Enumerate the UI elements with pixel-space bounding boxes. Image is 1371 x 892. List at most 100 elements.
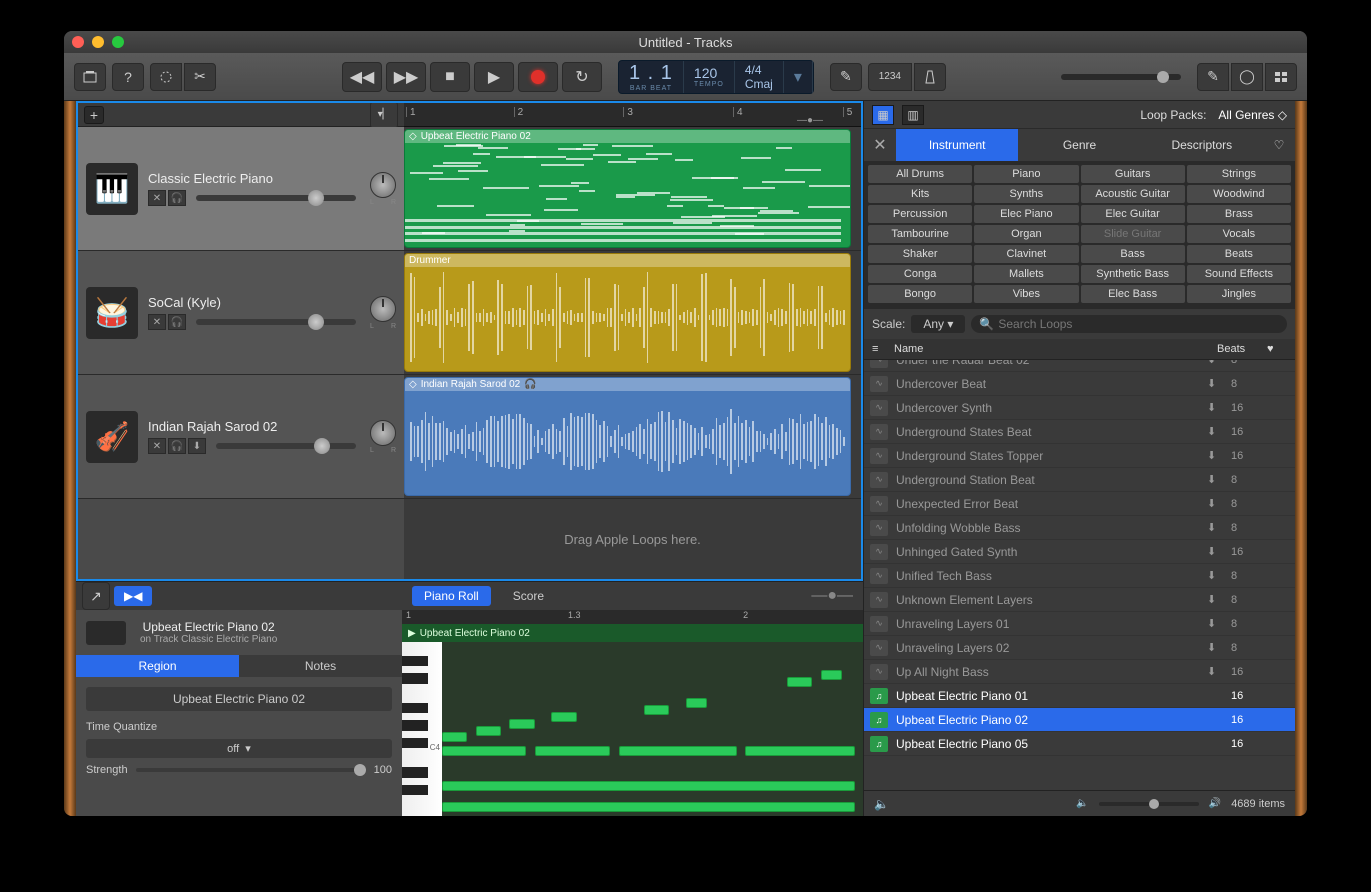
arrangement-area[interactable]: 1 2 3 4 5 —●— ◇Upbeat Electric Piano 02: [404, 103, 861, 579]
region-sarod[interactable]: ◇Indian Rajah Sarod 02🎧: [404, 377, 851, 496]
search-loops-input[interactable]: 🔍Search Loops: [971, 315, 1287, 333]
speaker-icon[interactable]: 🔈: [874, 797, 889, 811]
forward-button[interactable]: ▶▶: [386, 62, 426, 92]
input-button[interactable]: ⬇: [188, 438, 206, 454]
loop-row[interactable]: ∿ Undercover Beat ⬇ 8: [864, 372, 1295, 396]
editor-view-button[interactable]: ↗: [82, 582, 110, 610]
track-volume-slider[interactable]: [196, 319, 356, 325]
download-icon[interactable]: ⬇: [1207, 545, 1223, 558]
smart-controls-button[interactable]: [150, 63, 182, 91]
record-button[interactable]: [518, 62, 558, 92]
download-icon[interactable]: ⬇: [1207, 425, 1223, 438]
pan-knob[interactable]: [370, 172, 396, 198]
loop-row[interactable]: ∿ Unexpected Error Beat ⬇ 8: [864, 492, 1295, 516]
category-elec-bass[interactable]: Elec Bass: [1081, 285, 1185, 303]
loop-row[interactable]: ∿ Up All Night Bass ⬇ 16: [864, 660, 1295, 684]
category-bongo[interactable]: Bongo: [868, 285, 972, 303]
loop-row[interactable]: ∿ Underground Station Beat ⬇ 8: [864, 468, 1295, 492]
metronome-button[interactable]: [914, 63, 946, 91]
editor-catch-button[interactable]: ▶◀: [114, 586, 152, 606]
piano-roll-ruler[interactable]: 1 1.3 2: [402, 610, 863, 624]
track-filter-button[interactable]: ▾▏: [370, 101, 398, 129]
loop-row[interactable]: ∿ Underground States Beat ⬇ 16: [864, 420, 1295, 444]
stop-button[interactable]: ■: [430, 62, 470, 92]
loop-row[interactable]: ∿ Unraveling Layers 01 ⬇ 8: [864, 612, 1295, 636]
track-header-3[interactable]: 🎻 Indian Rajah Sarod 02 ✕🎧⬇ LR: [78, 375, 404, 499]
category-bass[interactable]: Bass: [1081, 245, 1185, 263]
strength-slider[interactable]: [136, 768, 366, 772]
category-all-drums[interactable]: All Drums: [868, 165, 972, 183]
tab-genre[interactable]: Genre: [1018, 129, 1140, 161]
category-vocals[interactable]: Vocals: [1187, 225, 1291, 243]
download-icon[interactable]: ⬇: [1207, 569, 1223, 582]
category-vibes[interactable]: Vibes: [974, 285, 1078, 303]
category-shaker[interactable]: Shaker: [868, 245, 972, 263]
loop-row[interactable]: ∿ Unraveling Layers 02 ⬇ 8: [864, 636, 1295, 660]
download-icon[interactable]: ⬇: [1207, 473, 1223, 486]
rewind-button[interactable]: ◀◀: [342, 62, 382, 92]
close-window-icon[interactable]: [72, 36, 84, 48]
mute-button[interactable]: ✕: [148, 314, 166, 330]
category-woodwind[interactable]: Woodwind: [1187, 185, 1291, 203]
loop-row[interactable]: ♫ Upbeat Electric Piano 01 16: [864, 684, 1295, 708]
count-in-button[interactable]: 1234: [868, 63, 912, 91]
tab-score[interactable]: Score: [501, 586, 556, 606]
tab-region[interactable]: Region: [76, 655, 239, 677]
track-header-2[interactable]: 🥁 SoCal (Kyle) ✕🎧 LR: [78, 251, 404, 375]
category-slide-guitar[interactable]: Slide Guitar: [1081, 225, 1185, 243]
notepad-button[interactable]: ✎: [1197, 63, 1229, 91]
tab-descriptors[interactable]: Descriptors: [1141, 129, 1263, 161]
tuner-button[interactable]: ✎: [830, 63, 862, 91]
category-synths[interactable]: Synths: [974, 185, 1078, 203]
pan-knob[interactable]: [370, 296, 396, 322]
piano-keyboard[interactable]: C4: [402, 642, 442, 816]
heart-icon[interactable]: ♥: [1267, 343, 1287, 355]
track-volume-slider[interactable]: [196, 195, 356, 201]
category-elec-piano[interactable]: Elec Piano: [974, 205, 1078, 223]
loop-view-grid-button[interactable]: ▦: [872, 105, 894, 125]
loop-row[interactable]: ∿ Under the Radar Beat 02 ⬇ 8: [864, 360, 1295, 372]
category-percussion[interactable]: Percussion: [868, 205, 972, 223]
master-volume-slider[interactable]: [1061, 74, 1181, 80]
category-kits[interactable]: Kits: [868, 185, 972, 203]
scissors-button[interactable]: ✂: [184, 63, 216, 91]
preview-volume-slider[interactable]: [1099, 802, 1199, 806]
download-icon[interactable]: ⬇: [1207, 497, 1223, 510]
quantize-select[interactable]: off ▾: [86, 739, 392, 758]
download-icon[interactable]: ⬇: [1207, 377, 1223, 390]
download-icon[interactable]: ⬇: [1207, 617, 1223, 630]
scale-select[interactable]: Any ▾: [911, 315, 965, 333]
play-button[interactable]: ▶: [474, 62, 514, 92]
download-icon[interactable]: ⬇: [1207, 593, 1223, 606]
region-name-field[interactable]: Upbeat Electric Piano 02: [86, 687, 392, 711]
category-guitars[interactable]: Guitars: [1081, 165, 1185, 183]
tab-instrument[interactable]: Instrument: [896, 129, 1018, 161]
mute-button[interactable]: ✕: [148, 190, 166, 206]
loop-view-column-button[interactable]: ▥: [902, 105, 924, 125]
favorites-icon[interactable]: ♡: [1263, 129, 1295, 161]
loop-row[interactable]: ∿ Unified Tech Bass ⬇ 8: [864, 564, 1295, 588]
download-icon[interactable]: ⬇: [1207, 360, 1223, 366]
zoom-slider-icon[interactable]: —●—: [811, 587, 853, 605]
category-mallets[interactable]: Mallets: [974, 265, 1078, 283]
mute-button[interactable]: ✕: [148, 438, 166, 454]
solo-button[interactable]: 🎧: [168, 438, 186, 454]
drop-loops-area[interactable]: Drag Apple Loops here.: [404, 499, 861, 579]
solo-button[interactable]: 🎧: [168, 190, 186, 206]
category-synthetic-bass[interactable]: Synthetic Bass: [1081, 265, 1185, 283]
sort-icon[interactable]: ≡: [872, 343, 894, 355]
maximize-window-icon[interactable]: [112, 36, 124, 48]
download-icon[interactable]: ⬇: [1207, 521, 1223, 534]
category-jingles[interactable]: Jingles: [1187, 285, 1291, 303]
track-volume-slider[interactable]: [216, 443, 356, 449]
category-organ[interactable]: Organ: [974, 225, 1078, 243]
piano-roll-grid[interactable]: [442, 642, 863, 816]
library-button[interactable]: [74, 63, 106, 91]
category-brass[interactable]: Brass: [1187, 205, 1291, 223]
loop-list[interactable]: ∿ Under the Radar Beat 02 ⬇ 8 ∿ Undercov…: [864, 360, 1295, 790]
download-icon[interactable]: ⬇: [1207, 641, 1223, 654]
category-conga[interactable]: Conga: [868, 265, 972, 283]
solo-button[interactable]: 🎧: [168, 314, 186, 330]
loop-row[interactable]: ∿ Unhinged Gated Synth ⬇ 16: [864, 540, 1295, 564]
loop-row[interactable]: ♫ Upbeat Electric Piano 05 16: [864, 732, 1295, 756]
